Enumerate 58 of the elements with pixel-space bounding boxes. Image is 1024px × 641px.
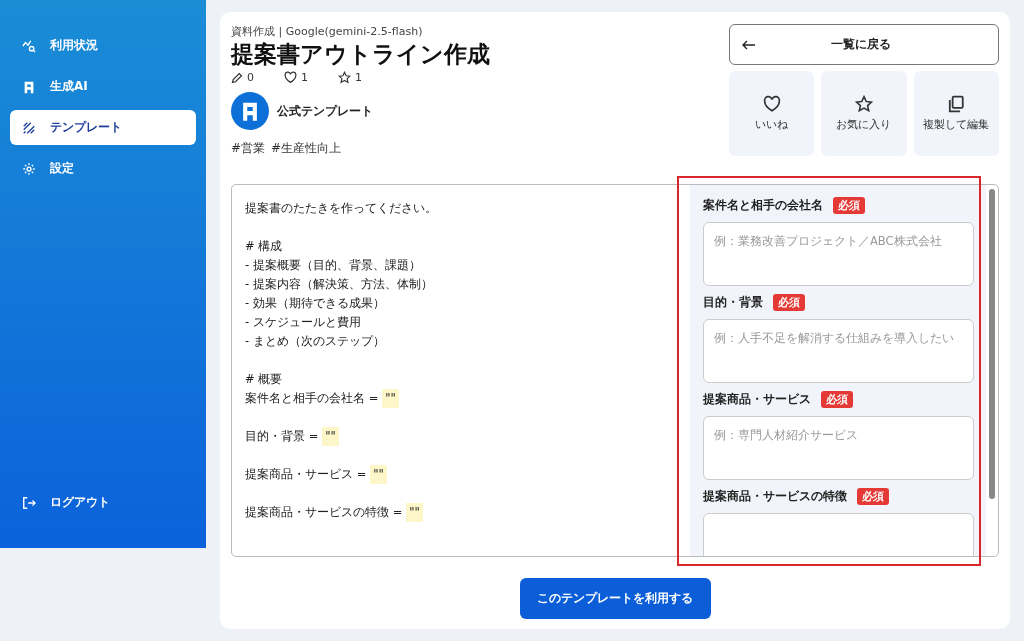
logout-icon	[22, 495, 36, 510]
tag-text[interactable]: #営業	[231, 140, 266, 157]
count-text: 1	[355, 71, 362, 84]
field-label: 目的・背景	[703, 294, 763, 310]
action-button[interactable]: お気に入り	[821, 71, 907, 156]
required-badge: 必須	[857, 487, 889, 505]
prompt-line: 目的・背景 =	[245, 427, 319, 445]
sidebar-item[interactable]: 設定	[10, 151, 196, 186]
author-name: 公式テンプレート	[277, 102, 373, 120]
pencil-icon	[231, 71, 243, 84]
page-title: 提案書アウトライン作成	[231, 40, 490, 69]
count-text: 1	[301, 71, 308, 84]
logout-item[interactable]: ログアウト	[10, 485, 196, 520]
scrollbar-thumb[interactable]	[989, 188, 995, 499]
action-button[interactable]: いいね	[729, 71, 815, 156]
prompt-line: 提案商品・サービス =	[245, 465, 367, 483]
input-field[interactable]: 例：業務改善プロジェクト／ABC株式会社	[703, 221, 974, 286]
prompt-line: # 概要	[245, 370, 283, 388]
chart-icon	[22, 38, 36, 53]
sidebar-item[interactable]: テンプレート	[10, 110, 196, 145]
use-template-button[interactable]: このテンプレートを利用する	[519, 578, 711, 619]
input-field[interactable]: 例：人手不足を解消する仕組みを導入したい	[703, 318, 974, 383]
field-label: 提案商品・サービスの特徴	[703, 488, 847, 504]
action-button[interactable]: 複製して編集	[913, 71, 999, 156]
star-icon	[855, 95, 873, 113]
settings-icon	[22, 161, 36, 176]
prompt-line: - 提案概要（目的、背景、課題）	[245, 256, 421, 274]
star-icon	[338, 71, 351, 84]
variable-chip: ""	[406, 502, 423, 522]
required-badge: 必須	[821, 390, 853, 408]
variable-chip: ""	[382, 388, 399, 408]
sidebar-item[interactable]: 利用状況	[10, 28, 196, 63]
tag-text[interactable]: #生産性向上	[271, 140, 342, 157]
input-field[interactable]: 例：専門人材紹介サービス	[703, 415, 974, 480]
prompt-line: 提案商品・サービスの特徴 =	[245, 503, 403, 521]
variable-chip: ""	[322, 426, 339, 446]
pattern-icon	[22, 120, 36, 135]
prompt-line: - 提案内容（解決策、方法、体制）	[245, 275, 433, 293]
variable-chip: ""	[370, 464, 387, 484]
required-badge: 必須	[833, 196, 865, 214]
arrow-left-icon	[742, 39, 756, 50]
prompt-line: 案件名と相手の会社名 =	[245, 389, 379, 407]
prompt-line: - まとめ（次のステップ）	[245, 332, 385, 350]
back-button[interactable]: 一覧に戻る	[729, 24, 999, 65]
heart-icon	[284, 71, 297, 84]
prompt-line: 提案書のたたきを作ってください。	[245, 199, 437, 217]
heart-icon	[762, 95, 781, 113]
copy-icon	[947, 95, 966, 113]
field-label: 提案商品・サービス	[703, 391, 811, 407]
count-text: 0	[247, 71, 254, 84]
logo-icon	[22, 79, 36, 94]
category-text: 資料作成 | Google(gemini-2.5-flash)	[231, 24, 424, 39]
field-label: 案件名と相手の会社名	[703, 197, 823, 213]
required-badge: 必須	[773, 293, 805, 311]
prompt-line: - スケジュールと費用	[245, 313, 361, 331]
prompt-line: # 構成	[245, 237, 283, 255]
prompt-line: - 効果（期待できる成果）	[245, 294, 385, 312]
sidebar-item[interactable]: 生成AI	[10, 69, 196, 104]
